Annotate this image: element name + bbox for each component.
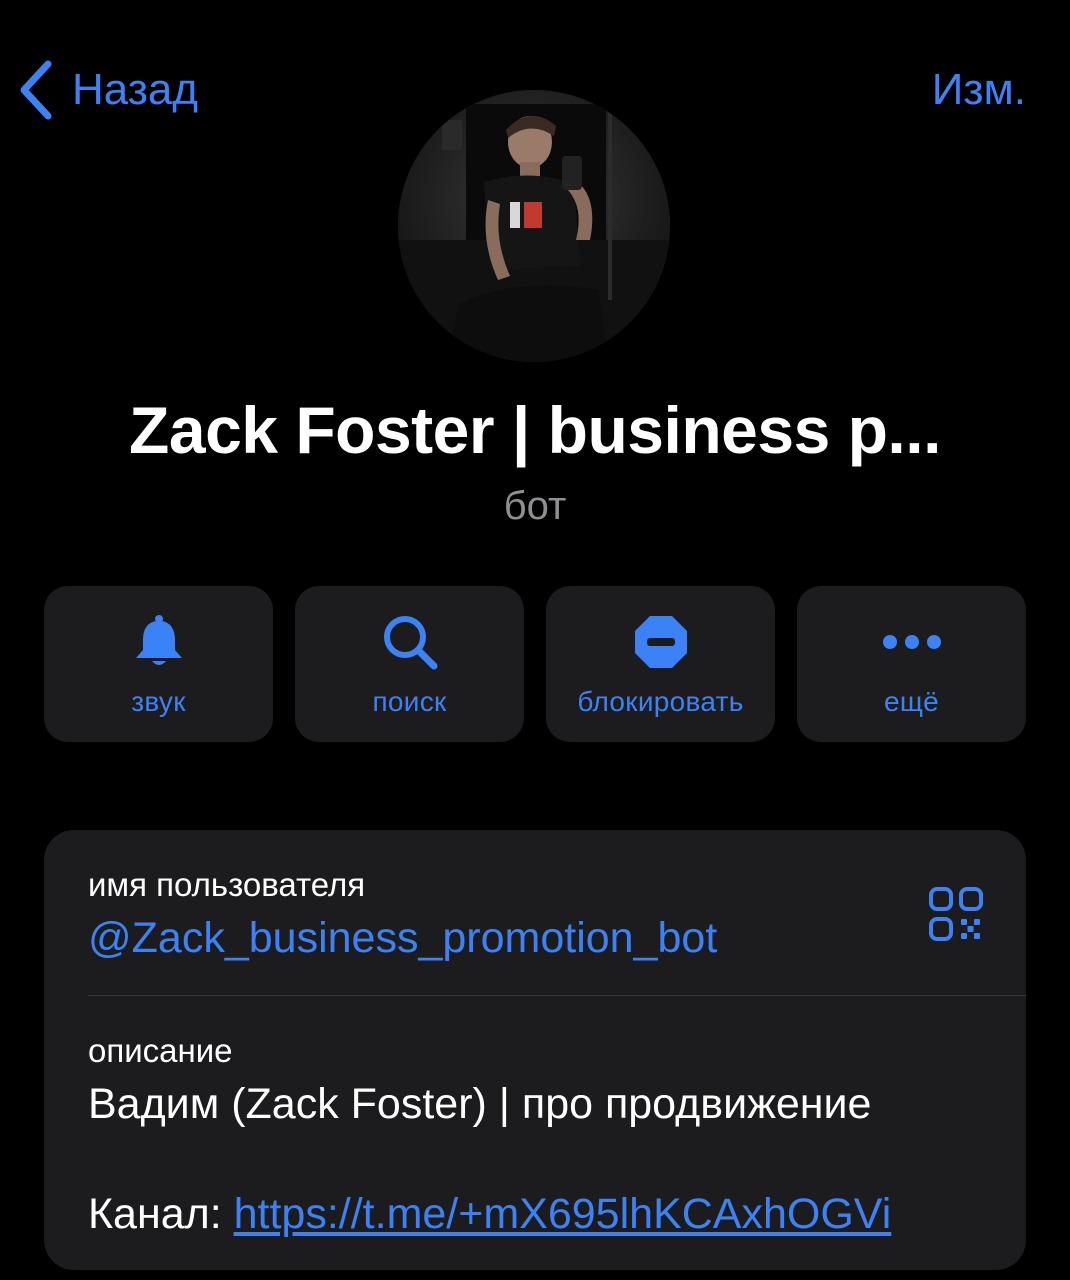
back-button[interactable]: Назад — [18, 58, 198, 122]
profile-name: Zack Foster | business p... — [129, 393, 941, 467]
qr-code-icon — [929, 887, 983, 941]
description-label: описание — [88, 1032, 233, 1069]
action-buttons: звук поиск блокировать ещё — [44, 586, 1026, 742]
divider — [88, 995, 1026, 996]
channel-line: Канал: https://t.me/+mX695lhKCAxhOGVi — [88, 1190, 891, 1239]
search-label: поиск — [372, 686, 447, 717]
chevron-left-icon — [18, 58, 54, 122]
channel-link[interactable]: https://t.me/+mX695lhKCAxhOGVi — [234, 1190, 892, 1238]
sound-button[interactable]: звук — [44, 586, 273, 742]
search-button[interactable]: поиск — [295, 586, 524, 742]
more-button[interactable]: ещё — [797, 586, 1026, 742]
username-label: имя пользователя — [88, 866, 366, 903]
description-text: Вадим (Zack Foster) | про продвижение — [88, 1080, 872, 1128]
avatar[interactable] — [398, 90, 670, 362]
profile-photo — [398, 90, 670, 362]
edit-button[interactable]: Изм. — [932, 58, 1026, 122]
back-label: Назад — [72, 65, 199, 114]
channel-prefix: Канал: — [88, 1190, 234, 1238]
profile-subtitle: бот — [503, 484, 567, 528]
info-card: имя пользователя @Zack_business_promotio… — [44, 830, 1026, 1270]
block-button[interactable]: блокировать — [546, 586, 775, 742]
block-label: блокировать — [577, 686, 744, 717]
bell-icon — [124, 612, 194, 672]
more-icon — [877, 612, 947, 672]
more-label: ещё — [883, 686, 940, 717]
block-icon — [626, 612, 696, 672]
qr-code-button[interactable] — [928, 886, 984, 942]
sound-label: звук — [131, 686, 186, 717]
username-link[interactable]: @Zack_business_promotion_bot — [88, 914, 717, 963]
search-icon — [375, 612, 445, 672]
